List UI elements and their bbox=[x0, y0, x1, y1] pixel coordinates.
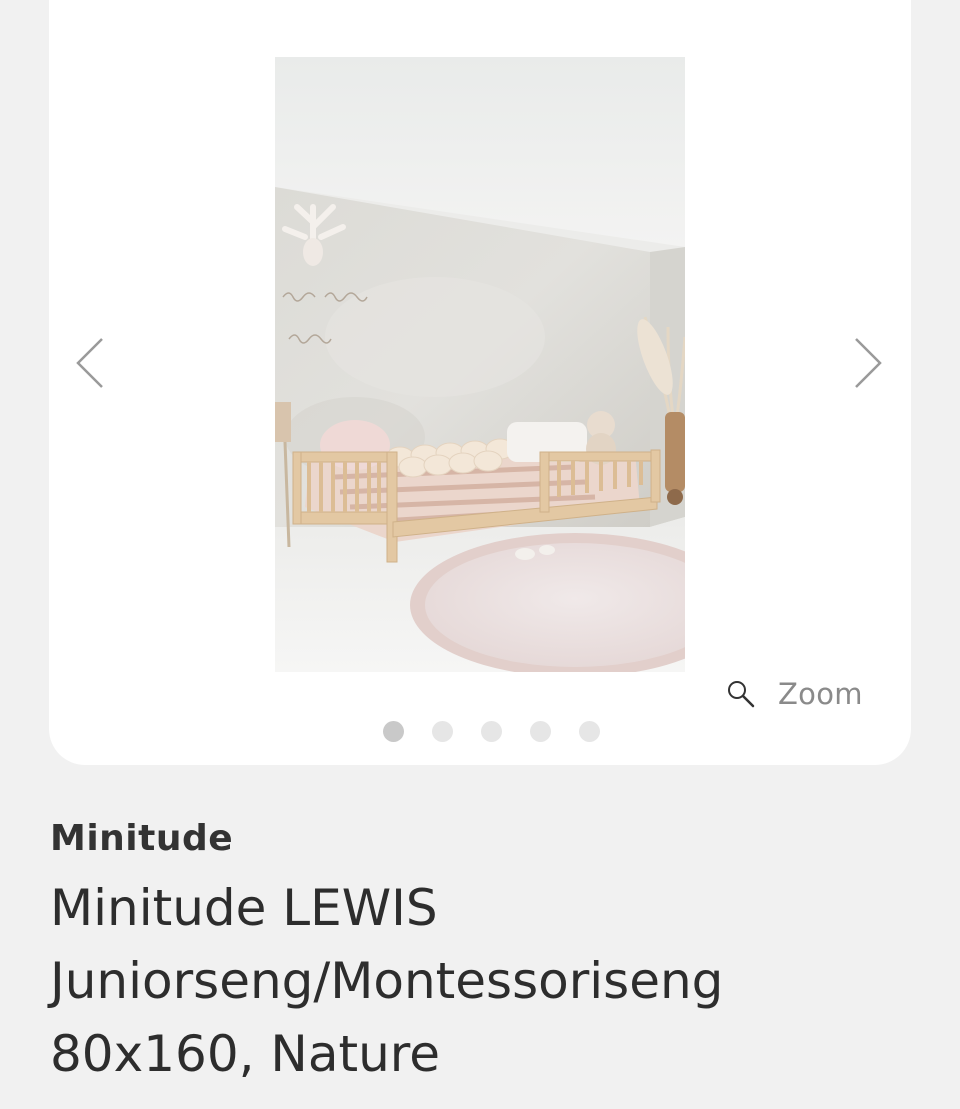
product-title-line: Juniorseng/Montessoriseng bbox=[50, 952, 724, 1010]
product-title: Minitude LEWIS Juniorseng/Montessoriseng… bbox=[50, 872, 910, 1091]
pagination-dot[interactable] bbox=[481, 721, 502, 742]
image-pagination bbox=[383, 721, 600, 742]
next-image-button[interactable] bbox=[846, 332, 890, 394]
brand-name[interactable]: Minitude bbox=[50, 818, 233, 859]
product-image[interactable] bbox=[275, 57, 685, 672]
chevron-left-icon bbox=[76, 338, 103, 388]
zoom-button[interactable]: Zoom bbox=[726, 674, 863, 714]
pagination-dot[interactable] bbox=[383, 721, 404, 742]
magnifier-icon bbox=[728, 681, 755, 708]
pagination-dot[interactable] bbox=[579, 721, 600, 742]
chevron-right-icon bbox=[855, 338, 882, 388]
product-title-line: 80x160, Nature bbox=[50, 1025, 440, 1083]
product-title-line: Minitude LEWIS bbox=[50, 879, 438, 937]
zoom-label: Zoom bbox=[778, 677, 863, 711]
pagination-dot[interactable] bbox=[530, 721, 551, 742]
pagination-dot[interactable] bbox=[432, 721, 453, 742]
previous-image-button[interactable] bbox=[68, 332, 112, 394]
